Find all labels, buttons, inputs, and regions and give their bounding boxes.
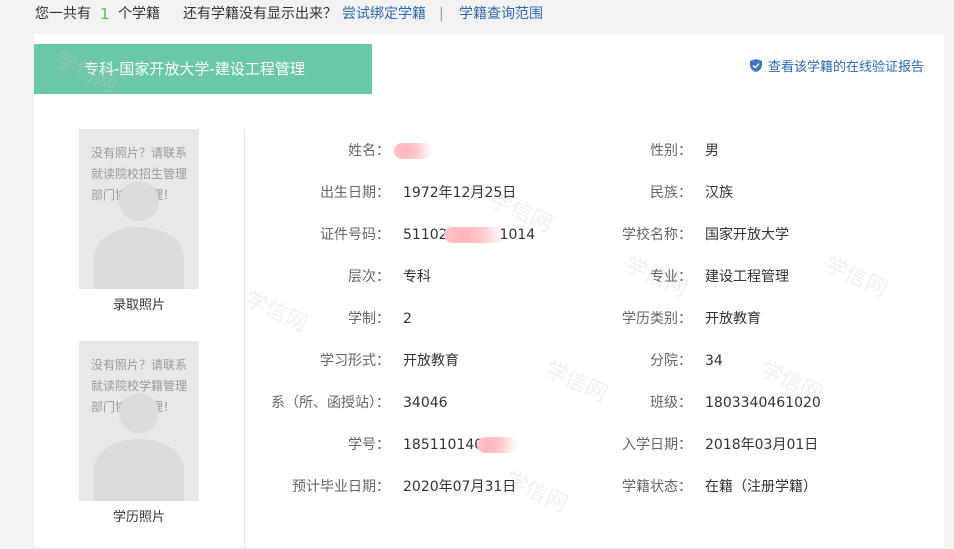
education-photo-placeholder: 没有照片？请联系就读院校学籍管理部门协助处理！ (79, 341, 199, 501)
total-prefix: 您一共有 (35, 6, 91, 22)
redaction-mark (443, 227, 506, 243)
topbar: 您一共有 1 个学籍 还有学籍没有显示出来？ 尝试绑定学籍 | 学籍查询范围 (0, 0, 954, 28)
record-card: 专科-国家开放大学-建设工程管理 查看该学籍的在线验证报告 学信网 学信网 学信… (34, 34, 944, 549)
class-label: 班级： (650, 395, 692, 411)
class-value: 1803340461020 (705, 395, 821, 411)
study-form-label: 学习形式： (320, 353, 390, 369)
department-label: 系（所、函授站）： (271, 395, 390, 411)
record-title: 专科-国家开放大学-建设工程管理 (34, 44, 372, 94)
redaction-mark (477, 437, 518, 453)
birth-date-value: 1972年12月25日 (403, 185, 517, 201)
school-value: 国家开放大学 (705, 227, 789, 243)
branch-label: 分院： (650, 353, 692, 369)
avatar-silhouette-icon (94, 393, 184, 501)
grad-date-label: 预计毕业日期： (292, 479, 390, 495)
name-value (394, 141, 432, 161)
watermark: 学信网 (820, 251, 892, 303)
duration-value: 2 (403, 311, 412, 327)
student-id-value: 185110140 (403, 435, 518, 455)
enroll-date-value: 2018年03月01日 (705, 437, 819, 453)
duration-label: 学制： (348, 311, 390, 327)
gender-label: 性别： (650, 143, 692, 159)
student-id-prefix: 185110140 (403, 437, 484, 453)
id-number-suffix: 1014 (499, 227, 536, 243)
online-verify-report-link[interactable]: 查看该学籍的在线验证报告 (749, 56, 924, 75)
id-number-value: 51102 1014 (403, 225, 535, 245)
ethnicity-value: 汉族 (705, 185, 733, 201)
admission-photo-caption: 录取照片 (112, 298, 165, 313)
grad-date-value: 2020年07月31日 (403, 479, 517, 495)
verify-link-label: 查看该学籍的在线验证报告 (767, 60, 924, 75)
major-label: 专业： (650, 269, 692, 285)
study-form-value: 开放教育 (403, 353, 459, 369)
enroll-date-label: 入学日期： (622, 437, 692, 453)
department-value: 34046 (403, 395, 448, 411)
name-label: 姓名： (348, 143, 390, 159)
gender-value: 男 (705, 143, 719, 159)
redaction-mark (394, 143, 432, 159)
education-photo-caption: 学历照片 (112, 510, 165, 525)
edu-type-label: 学历类别： (622, 311, 692, 327)
missing-question: 还有学籍没有显示出来？ (183, 6, 337, 22)
total-suffix: 个学籍 (118, 6, 160, 22)
student-id-label: 学号： (348, 437, 390, 453)
edu-type-value: 开放教育 (705, 311, 761, 327)
ethnicity-label: 民族： (650, 185, 692, 201)
photo-column: 没有照片？请联系就读院校招生管理部门协助处理！ 录取照片 没有照片？请联系就读院… (79, 129, 199, 533)
birth-date-label: 出生日期： (320, 185, 390, 201)
branch-value: 34 (705, 353, 723, 369)
status-value: 在籍（注册学籍） (705, 479, 817, 495)
record-count: 1 (100, 5, 110, 23)
level-value: 专科 (403, 269, 431, 285)
avatar-silhouette-icon (94, 181, 184, 289)
admission-photo-placeholder: 没有照片？请联系就读院校招生管理部门协助处理！ (79, 129, 199, 289)
separator: | (439, 6, 444, 22)
school-label: 学校名称： (622, 227, 692, 243)
id-number-label: 证件号码： (320, 227, 390, 243)
query-scope-link[interactable]: 学籍查询范围 (459, 0, 543, 28)
major-value: 建设工程管理 (705, 269, 789, 285)
bind-record-link[interactable]: 尝试绑定学籍 (342, 0, 426, 28)
shield-check-icon (749, 59, 762, 72)
status-label: 学籍状态： (622, 479, 692, 495)
level-label: 层次： (348, 269, 390, 285)
id-number-prefix: 51102 (403, 227, 448, 243)
